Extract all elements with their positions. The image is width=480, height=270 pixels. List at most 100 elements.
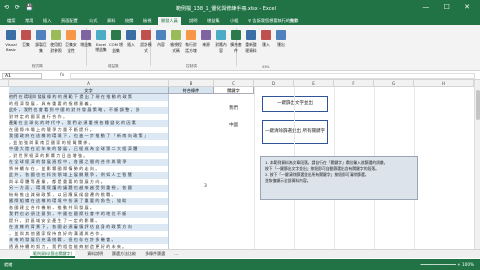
ribbon-button-icon xyxy=(51,30,61,40)
ribbon-button[interactable]: COM 增益集 xyxy=(109,30,123,54)
ribbon-tab[interactable]: 開發人員 xyxy=(158,17,181,25)
ribbon-tab[interactable]: 檢視 xyxy=(140,17,154,25)
note-line-4: 並恢復顯示全部資料內容。 xyxy=(265,178,311,183)
ribbon: 程式碼 增益集 控制項 XML Visual Basic 巨集 錄製巨集 使用相對參照… xyxy=(0,25,480,71)
ribbon-button-icon xyxy=(96,30,106,40)
filter-keyword-button[interactable]: 一鍵篩出文字並出 xyxy=(262,96,328,112)
ribbon-button-icon xyxy=(141,30,151,40)
ribbon-button-label: Excel 增益集 xyxy=(95,42,107,52)
ribbon-button[interactable]: 檢視程式碼 xyxy=(169,30,183,54)
ribbon-button-icon xyxy=(111,30,121,40)
sheet-tab[interactable]: 範例資料(篩出關鍵字) xyxy=(30,250,76,258)
window-title: 範例檔_138_1_優化與修練手冊.xlsx - Excel xyxy=(176,6,276,12)
column-header-h[interactable]: H xyxy=(414,80,474,87)
ribbon-button[interactable]: 重新整理資料 xyxy=(244,30,258,54)
sheet-tab[interactable]: 篩選方法比較 xyxy=(109,250,139,258)
ribbon-tab[interactable]: 說明 xyxy=(186,17,200,25)
sheet-tab[interactable]: 資料說明 xyxy=(84,250,106,258)
ribbon-button[interactable]: 執行對話方塊 xyxy=(184,30,198,54)
ribbon-button-icon xyxy=(261,30,271,40)
scroll-thumb[interactable] xyxy=(476,90,480,120)
ribbon-tab[interactable]: 小組 xyxy=(227,17,241,25)
column-header-d[interactable]: D xyxy=(254,80,294,87)
ribbon-button-label: COM 增益集 xyxy=(109,42,123,53)
ribbon-tab[interactable]: 公式 xyxy=(86,17,100,25)
column-header-f[interactable]: F xyxy=(334,80,374,87)
ribbon-tab[interactable]: 檔案 xyxy=(4,17,18,25)
ribbon-button-icon xyxy=(36,30,46,40)
keyword-cell-2[interactable]: 中國 xyxy=(229,122,238,128)
name-box[interactable]: A1 xyxy=(2,73,42,79)
ribbon-button[interactable]: 設計模式 xyxy=(139,30,153,54)
ribbon-button-label: 錄製巨集 xyxy=(35,42,47,53)
ribbon-tab[interactable]: 校閱 xyxy=(122,17,136,25)
ribbon-button[interactable]: Visual Basic xyxy=(4,30,18,52)
ribbon-button-icon xyxy=(6,30,16,40)
clear-filter-button[interactable]: 一鍵清除篩選並出 所有關鍵字 xyxy=(262,120,328,144)
ribbon-button-icon xyxy=(231,30,241,40)
ribbon-group-addins: 增益集 xyxy=(108,64,119,68)
ribbon-button-icon xyxy=(171,30,181,40)
text-column[interactable]: 他們 在 環境與 發展 條 約 的 規 範 下 提 出 了 現 在 推 動 的 … xyxy=(9,94,169,249)
ribbon-group-code: 程式碼 xyxy=(32,64,43,68)
ribbon-button-icon xyxy=(276,30,286,40)
vertical-scrollbar[interactable] xyxy=(474,80,480,249)
header-category[interactable]: 符合條件 xyxy=(169,87,214,94)
formula-bar: A1 fx xyxy=(0,72,480,80)
column-header-a[interactable]: A xyxy=(9,80,169,87)
formula-input[interactable] xyxy=(70,73,475,79)
ribbon-button-label: 匯入 xyxy=(262,42,270,47)
ribbon-button[interactable]: 增益集 xyxy=(79,30,93,48)
ribbon-button[interactable]: 對應內容 xyxy=(214,30,228,54)
ribbon-button[interactable]: 插入 xyxy=(124,30,138,48)
header-keyword[interactable]: 關鍵字 xyxy=(214,87,254,94)
header-text[interactable]: 文字 xyxy=(9,87,169,94)
ribbon-button-label: 設計模式 xyxy=(140,42,152,53)
column-header-e[interactable]: E xyxy=(294,80,334,87)
ribbon-button[interactable]: 匯入 xyxy=(259,30,273,48)
ribbon-button-label: 重新整理資料 xyxy=(245,42,257,53)
ribbon-button[interactable]: 擴充套件 xyxy=(229,30,243,54)
ribbon-button-icon xyxy=(216,30,226,40)
ribbon-tab[interactable]: 頁面配置 xyxy=(58,17,81,25)
select-all-corner[interactable] xyxy=(0,80,9,87)
sheet-tab[interactable]: ... xyxy=(171,250,181,258)
ribbon-tabs: 檔案 常用 插入 頁面配置 公式 資料 校閱 檢視 開發人員 說明 增益集 小組 ♀ 告訴我您想要執行的… xyxy=(0,16,480,25)
ribbon-tab[interactable]: 常用 xyxy=(22,17,36,25)
column-header-c[interactable]: C xyxy=(214,80,254,87)
ribbon-button-icon xyxy=(66,30,76,40)
zoom-slider[interactable]: ━━━━━━━━━━━━━━ + 100% xyxy=(421,262,474,267)
ribbon-group-controls: 控制項 xyxy=(186,64,197,68)
ribbon-tab[interactable]: 資料 xyxy=(104,17,118,25)
ribbon-tab[interactable]: 插入 xyxy=(40,17,54,25)
ribbon-button[interactable]: 來源 xyxy=(199,30,213,48)
ribbon-button-icon xyxy=(246,30,256,40)
instruction-note: 1. 本範例資料為文章段落，請自行在「關鍵字」欄位輸入欲篩選的詞彙， 按下「一鍵… xyxy=(260,156,418,200)
ribbon-tab[interactable]: 共用 xyxy=(287,17,301,25)
sheet-tab[interactable]: 多條件篩選 xyxy=(142,250,168,258)
ribbon-tab[interactable]: 增益集 xyxy=(204,17,223,25)
ribbon-button[interactable]: 錄製巨集 xyxy=(34,30,48,54)
column-header-g[interactable]: G xyxy=(374,80,414,87)
ribbon-button[interactable]: Excel 增益集 xyxy=(94,30,108,53)
window-controls[interactable]: — ☐ ✕ xyxy=(422,3,476,11)
ribbon-group-xml: XML xyxy=(262,65,270,69)
ribbon-button[interactable]: 內容 xyxy=(154,30,168,48)
ribbon-button[interactable]: 使用相對參照 xyxy=(49,30,63,54)
title-bar: ⟲ ⟳ 💾 範例檔_138_1_優化與修練手冊.xlsx - Excel — ☐… xyxy=(0,0,480,16)
result-cell[interactable]: 3 xyxy=(204,184,207,189)
ribbon-button[interactable]: 巨集 xyxy=(19,30,33,48)
ribbon-button-label: 匯出 xyxy=(277,42,285,47)
column-header-b[interactable]: B xyxy=(169,80,214,87)
ribbon-button-icon xyxy=(186,30,196,40)
ribbon-button[interactable]: 巨集安全性 xyxy=(64,30,78,54)
ribbon-button-label: 增益集 xyxy=(80,42,92,47)
keyword-cell-1[interactable]: 我們 xyxy=(229,105,238,111)
fx-icon[interactable]: fx xyxy=(60,73,64,78)
ribbon-button-label: 檢視程式碼 xyxy=(170,42,182,53)
ribbon-button-label: 擴充套件 xyxy=(230,42,242,53)
quick-access-toolbar[interactable]: ⟲ ⟳ 💾 xyxy=(4,4,35,11)
text-row[interactable]: 我 國 政 府 在 這 樣 的 環 境 下 ， 也 進 一 步 推 動 了 「 … xyxy=(9,133,168,140)
ribbon-button-label: 對應內容 xyxy=(215,42,227,53)
ribbon-button[interactable]: 匯出 xyxy=(274,30,288,48)
